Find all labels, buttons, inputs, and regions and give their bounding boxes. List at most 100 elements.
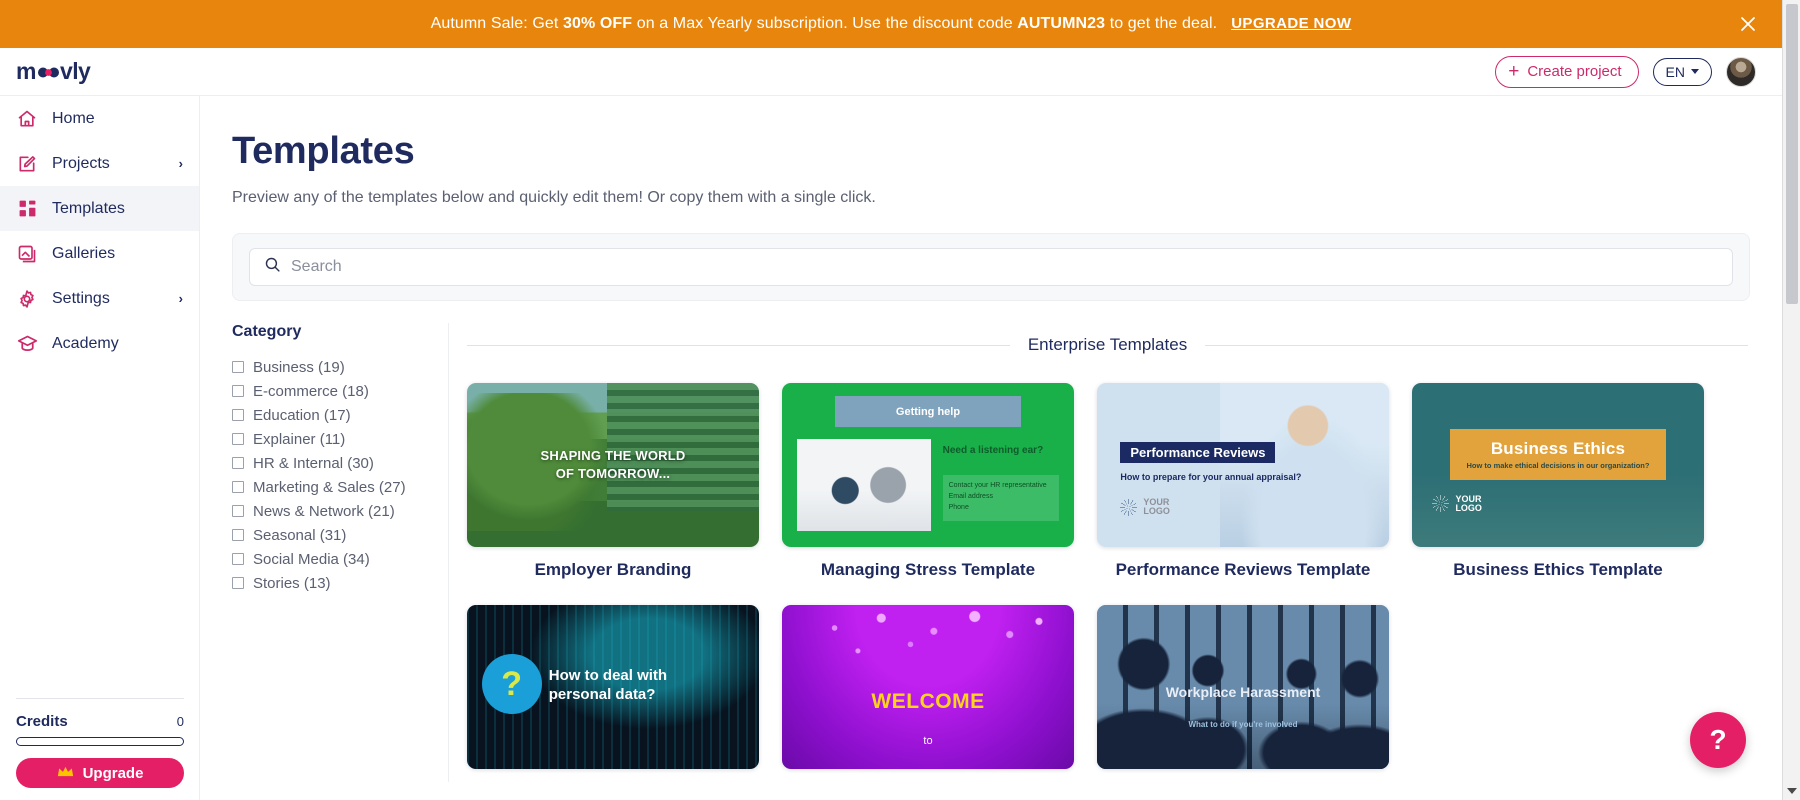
search-panel <box>232 233 1750 301</box>
credits-progress-bar <box>16 737 184 746</box>
main-content: Templates Preview any of the templates b… <box>200 96 1782 800</box>
template-name: Employer Branding <box>534 560 692 579</box>
chevron-right-icon: › <box>178 156 183 171</box>
template-thumbnail[interactable]: Performance Reviews How to prepare for y… <box>1097 383 1389 547</box>
language-selector[interactable]: EN <box>1652 57 1712 86</box>
vertical-scrollbar[interactable] <box>1782 0 1800 800</box>
thumb-line-1: SHAPING THE WORLD <box>540 448 686 464</box>
template-card[interactable]: Performance Reviews How to prepare for y… <box>1097 383 1389 580</box>
template-thumbnail[interactable]: WELCOME to <box>782 605 1074 769</box>
template-thumbnail[interactable]: SHAPING THE WORLD OF TOMORROW... <box>467 383 759 547</box>
category-label: Marketing & Sales (27) <box>253 478 406 496</box>
upgrade-button[interactable]: Upgrade <box>16 758 184 788</box>
sidebar-item-label: Settings <box>52 289 110 307</box>
sidebar-item-templates[interactable]: Templates <box>0 186 199 231</box>
create-project-button[interactable]: + Create project <box>1495 55 1639 88</box>
category-checkbox-marketing-sales[interactable]: Marketing & Sales (27) <box>232 475 448 499</box>
checkbox-icon[interactable] <box>232 361 244 373</box>
category-filter: Category Business (19) E-commerce (18) E… <box>200 323 448 782</box>
language-label: EN <box>1665 63 1685 80</box>
category-checkbox-seasonal[interactable]: Seasonal (31) <box>232 523 448 547</box>
thumb-logo-text: YOUR LOGO <box>1143 497 1170 517</box>
sidebar-item-academy[interactable]: Academy <box>0 321 199 366</box>
template-card[interactable]: ? How to deal with personal data? <box>467 605 759 782</box>
promo-suffix: to get the deal. <box>1105 15 1218 32</box>
template-card[interactable]: Business Ethics How to make ethical deci… <box>1412 383 1704 580</box>
promo-middle: on a Max Yearly subscription. Use the di… <box>632 15 1018 32</box>
thumb-photo <box>796 438 931 531</box>
sidebar-item-home[interactable]: Home <box>0 96 199 141</box>
category-checkbox-stories[interactable]: Stories (13) <box>232 571 448 595</box>
sidebar-item-projects[interactable]: Projects › <box>0 141 199 186</box>
chevron-down-icon <box>1691 69 1699 74</box>
checkbox-icon[interactable] <box>232 409 244 421</box>
template-thumbnail[interactable]: Workplace Harassment What to do if you'r… <box>1097 605 1389 769</box>
search-input[interactable] <box>291 258 1718 276</box>
thumb-text: How to deal with personal data? <box>549 667 667 705</box>
checkbox-icon[interactable] <box>232 529 244 541</box>
template-thumbnail[interactable]: Getting help Need a listening ear? Conta… <box>782 383 1074 547</box>
sidebar-item-galleries[interactable]: Galleries <box>0 231 199 276</box>
search-box[interactable] <box>249 248 1733 286</box>
category-checkbox-social-media[interactable]: Social Media (34) <box>232 547 448 571</box>
svg-text:m: m <box>16 58 36 84</box>
category-checkbox-education[interactable]: Education (17) <box>232 403 448 427</box>
grid-icon <box>16 198 38 220</box>
category-label: HR & Internal (30) <box>253 454 374 472</box>
sidebar-item-label: Academy <box>52 334 119 352</box>
search-icon <box>264 256 281 278</box>
thumb-line-1: How to deal with <box>548 667 668 685</box>
category-label: Education (17) <box>253 406 351 424</box>
gear-icon <box>16 288 38 310</box>
close-icon[interactable] <box>1736 12 1760 36</box>
template-card[interactable]: WELCOME to <box>782 605 1074 782</box>
thumb-band: Business Ethics How to make ethical deci… <box>1449 428 1667 480</box>
checkbox-icon[interactable] <box>232 481 244 493</box>
templates-section: Enterprise Templates SHAPING THE WORLD O… <box>448 323 1782 782</box>
checkbox-icon[interactable] <box>232 577 244 589</box>
thumb-subtitle: What to do if you're involved <box>1188 719 1298 729</box>
scrollbar-thumb[interactable] <box>1786 4 1798 304</box>
thumb-panel-line-2: Email address <box>948 493 993 501</box>
category-checkbox-news-network[interactable]: News & Network (21) <box>232 499 448 523</box>
checkbox-icon[interactable] <box>232 553 244 565</box>
thumb-question: Need a listening ear? <box>942 445 1044 457</box>
category-checkbox-business[interactable]: Business (19) <box>232 355 448 379</box>
avatar[interactable] <box>1726 56 1756 87</box>
category-title: Category <box>232 323 302 340</box>
thumb-panel: Contact your HR representative Email add… <box>942 474 1060 521</box>
template-thumbnail[interactable]: ? How to deal with personal data? <box>467 605 759 769</box>
promo-upgrade-link[interactable]: UPGRADE NOW <box>1231 15 1351 32</box>
thumb-title: Workplace Harassment <box>1165 683 1321 700</box>
checkbox-icon[interactable] <box>232 457 244 469</box>
divider-left <box>467 344 1010 346</box>
category-checkbox-e-commerce[interactable]: E-commerce (18) <box>232 379 448 403</box>
thumb-title-bar: Performance Reviews <box>1120 442 1276 464</box>
template-card[interactable]: SHAPING THE WORLD OF TOMORROW... Employe… <box>467 383 759 580</box>
sunburst-logo-icon <box>1432 495 1450 513</box>
thumb-word-2: to <box>923 734 933 747</box>
checkbox-icon[interactable] <box>232 385 244 397</box>
template-thumbnail[interactable]: Business Ethics How to make ethical deci… <box>1412 383 1704 547</box>
create-project-label: Create project <box>1527 63 1622 80</box>
checkbox-icon[interactable] <box>232 505 244 517</box>
template-name: Performance Reviews Template <box>1115 560 1371 579</box>
template-card[interactable]: Getting help Need a listening ear? Conta… <box>782 383 1074 580</box>
thumb-subtitle: How to prepare for your annual appraisal… <box>1120 471 1302 482</box>
plus-icon: + <box>1508 61 1520 82</box>
help-button[interactable]: ? <box>1690 712 1746 768</box>
category-checkbox-hr-internal[interactable]: HR & Internal (30) <box>232 451 448 475</box>
content-row: Category Business (19) E-commerce (18) E… <box>200 323 1782 782</box>
template-card[interactable]: Workplace Harassment What to do if you'r… <box>1097 605 1389 782</box>
category-label: Business (19) <box>253 358 345 376</box>
thumb-panel-line-1: Contact your HR representative <box>948 481 1047 489</box>
promo-code: AUTUMN23 <box>1017 15 1106 32</box>
scroll-down-icon[interactable] <box>1783 782 1800 800</box>
checkbox-icon[interactable] <box>232 433 244 445</box>
graduation-cap-icon <box>16 333 38 355</box>
moovly-logo[interactable]: m vly <box>16 58 108 86</box>
page-subtitle: Preview any of the templates below and q… <box>232 189 876 206</box>
category-checkbox-explainer[interactable]: Explainer (11) <box>232 427 448 451</box>
sidebar-item-label: Galleries <box>52 244 116 262</box>
sidebar-item-settings[interactable]: Settings › <box>0 276 199 321</box>
